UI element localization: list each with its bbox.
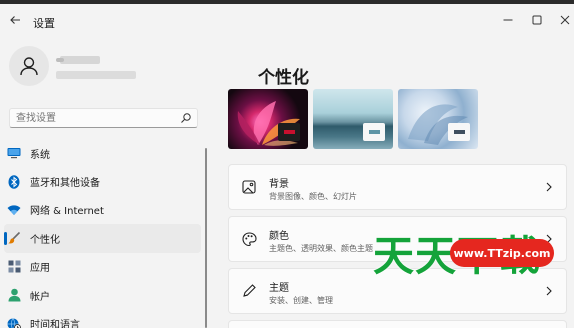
search-input[interactable] <box>10 109 175 127</box>
sidebar-scrollbar[interactable] <box>205 148 207 328</box>
close-button[interactable] <box>553 10 574 30</box>
sidebar-item-apps[interactable]: 应用 <box>0 253 205 281</box>
title-bar: 设置 <box>0 4 574 36</box>
card-title: 主题 <box>269 283 289 294</box>
minimize-icon <box>503 19 513 21</box>
user-email-blurred <box>56 71 136 79</box>
back-arrow-icon <box>10 16 20 24</box>
theme-preview-window <box>448 123 470 141</box>
picture-icon <box>241 179 257 195</box>
pen-icon <box>241 283 257 299</box>
theme-thumbnail-bloom[interactable] <box>228 89 308 149</box>
sidebar-item-time-language[interactable]: 时间和语言 <box>0 309 205 328</box>
person-icon <box>20 57 38 76</box>
watermark-url: www.TTzip.com <box>450 239 554 267</box>
minimize-button[interactable] <box>496 10 520 30</box>
avatar[interactable] <box>9 46 49 86</box>
card-title: 背景 <box>269 179 289 190</box>
card-title: 颜色 <box>269 231 289 242</box>
sidebar-item-label: 个性化 <box>30 234 60 246</box>
bluetooth-icon <box>7 174 21 189</box>
card-subtitle: 安装、创建、管理 <box>269 296 333 305</box>
theme-accent-bar <box>284 130 295 134</box>
sidebar-item-label: 应用 <box>30 263 50 275</box>
card-next-partial[interactable] <box>228 320 567 328</box>
maximize-button[interactable] <box>525 10 549 30</box>
theme-thumbnail-lake[interactable] <box>313 89 393 149</box>
maximize-icon <box>532 15 542 25</box>
chevron-right-icon <box>544 180 554 194</box>
apps-icon <box>7 260 21 274</box>
user-name-blurred-dot <box>56 58 64 62</box>
user-name-blurred <box>60 56 100 64</box>
theme-accent-bar <box>454 130 465 134</box>
sidebar-item-label: 网络 & Internet <box>30 206 104 218</box>
theme-preview-window <box>363 123 385 141</box>
card-subtitle: 背景图像、颜色、幻灯片 <box>269 192 357 201</box>
sidebar-item-label: 蓝牙和其他设备 <box>30 178 100 190</box>
sidebar-item-personalization[interactable]: 个性化 <box>4 224 201 253</box>
sidebar-nav: 系统 蓝牙和其他设备 网络 & Internet 个性化 应用 帐户 时间和语言 <box>0 139 205 328</box>
search-icon[interactable] <box>180 112 192 124</box>
theme-preview-window <box>278 123 300 141</box>
sidebar-item-bluetooth[interactable]: 蓝牙和其他设备 <box>0 167 205 195</box>
sidebar-item-label: 系统 <box>30 149 50 161</box>
monitor-icon <box>7 146 21 160</box>
sidebar-item-label: 时间和语言 <box>30 320 80 328</box>
back-button[interactable] <box>6 11 24 29</box>
search-box[interactable] <box>9 108 198 128</box>
close-icon <box>560 15 570 25</box>
sidebar-item-label: 帐户 <box>30 291 50 303</box>
sidebar-item-network[interactable]: 网络 & Internet <box>0 196 205 224</box>
card-background[interactable]: 背景 背景图像、颜色、幻灯片 <box>228 164 567 210</box>
theme-accent-bar <box>369 130 380 134</box>
app-title: 设置 <box>33 17 55 30</box>
palette-icon <box>241 231 257 247</box>
sidebar-item-system[interactable]: 系统 <box>0 139 205 167</box>
brush-icon <box>7 231 21 245</box>
wifi-icon <box>7 203 21 217</box>
chevron-right-icon <box>544 284 554 298</box>
page-title: 个性化 <box>258 68 309 88</box>
globe-clock-icon <box>7 317 21 328</box>
card-subtitle: 主题色、透明效果、颜色主题 <box>269 244 373 253</box>
sidebar-item-accounts[interactable]: 帐户 <box>0 281 205 309</box>
person-icon <box>7 288 21 302</box>
theme-thumbnail-flow[interactable] <box>398 89 478 149</box>
